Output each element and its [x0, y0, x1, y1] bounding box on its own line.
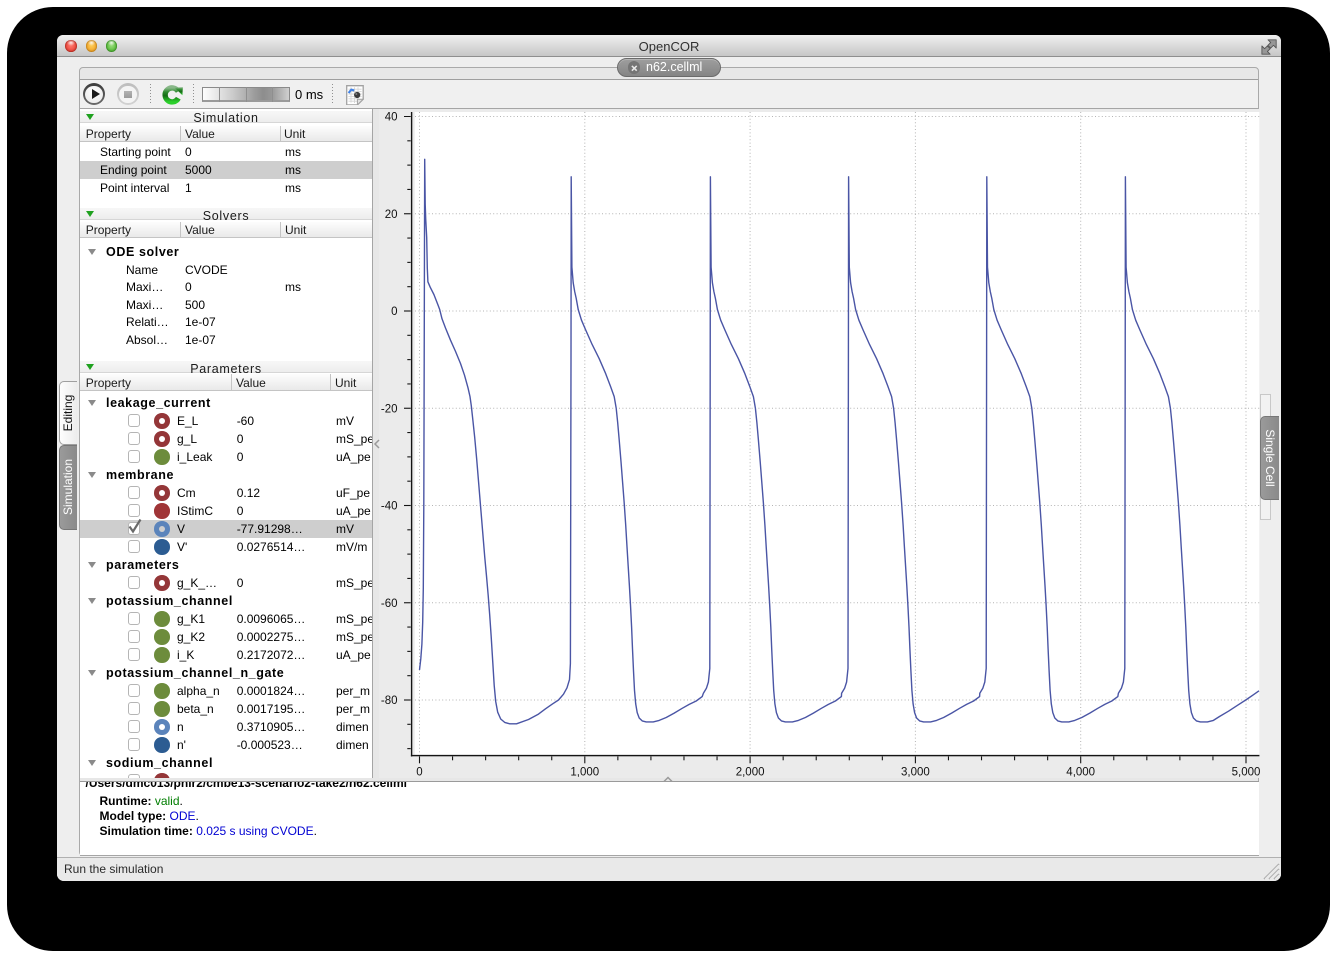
svg-text:0: 0	[416, 766, 422, 778]
svg-text:-80: -80	[380, 695, 397, 707]
svg-text:-20: -20	[380, 403, 397, 415]
svg-text:-60: -60	[380, 597, 397, 609]
svg-text:5,000: 5,000	[1231, 766, 1259, 778]
svg-text:-40: -40	[380, 500, 397, 512]
svg-text:3,000: 3,000	[901, 766, 930, 778]
svg-text:1,000: 1,000	[570, 766, 599, 778]
svg-text:2,000: 2,000	[735, 766, 764, 778]
svg-text:20: 20	[384, 208, 397, 220]
svg-text:0: 0	[391, 306, 397, 318]
svg-text:40: 40	[384, 111, 397, 123]
svg-text:4,000: 4,000	[1066, 766, 1095, 778]
